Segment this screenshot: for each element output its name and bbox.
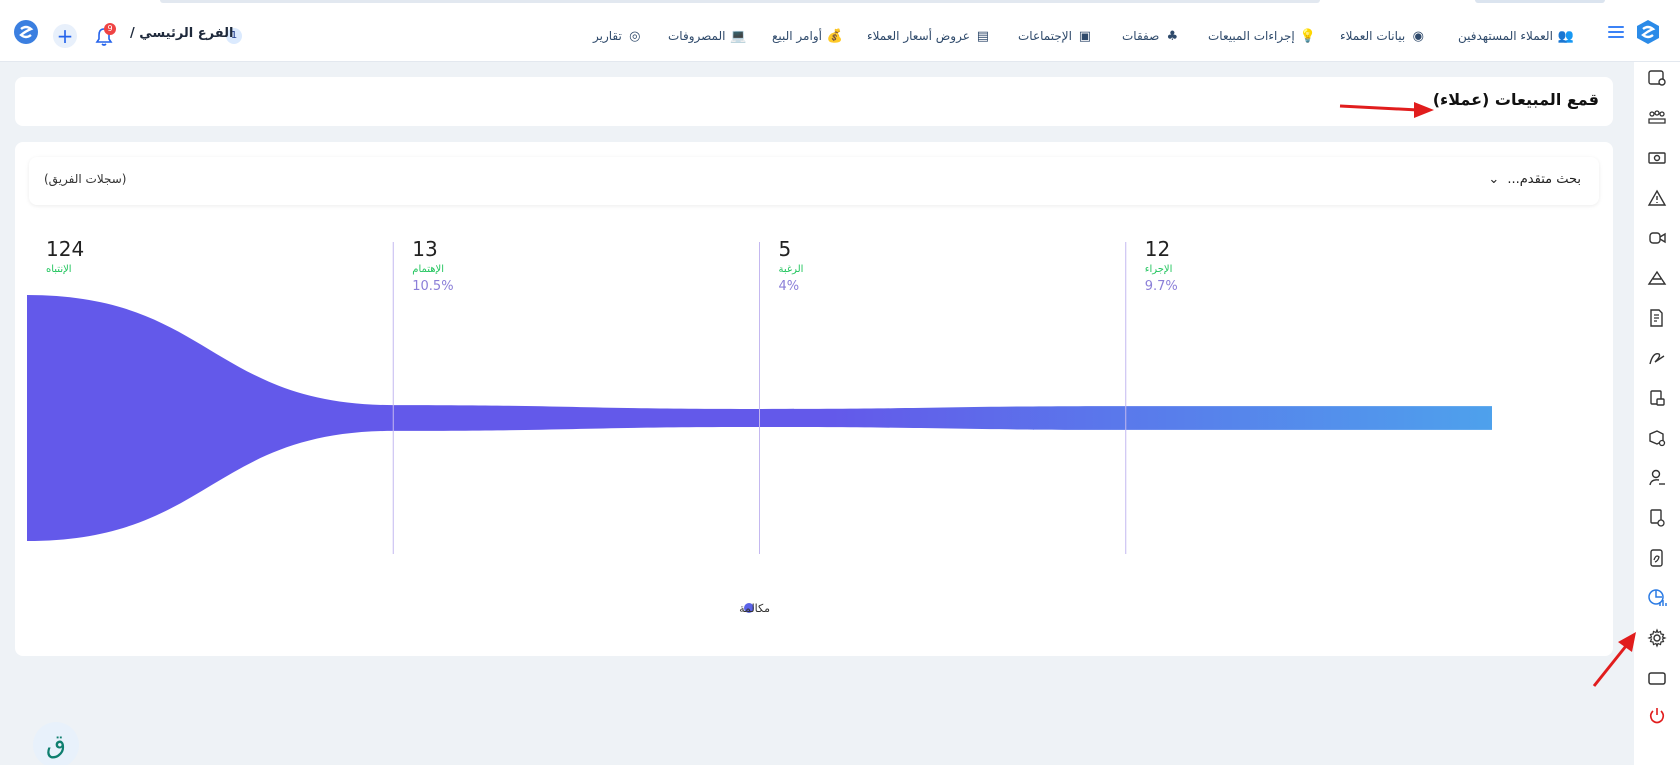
stage-value: 12 xyxy=(1145,237,1170,261)
stage-label: الإهتمام xyxy=(412,264,444,275)
brand-glyph-icon: ﻕ xyxy=(45,730,67,760)
stage-label: الإجراء xyxy=(1145,264,1173,275)
folder-settings-icon[interactable] xyxy=(1647,68,1667,88)
report-ring-icon: ◎ xyxy=(629,28,641,44)
nav-label: بيانات العملاء xyxy=(1340,29,1406,43)
user-settings-icon[interactable] xyxy=(1647,468,1667,488)
nav-reports[interactable]: ◎ تقارير xyxy=(593,27,643,45)
sales-funnel-chart: 124 الإنتباه 13 الإهتمام 10.5% 5 الرغبة 4% 12 الإ… xyxy=(27,237,1492,615)
stage-value: 124 xyxy=(46,237,84,261)
contract-icon[interactable] xyxy=(1647,548,1667,568)
nav-sales-orders[interactable]: 💰 أوامر البيع xyxy=(772,27,843,45)
annotation-arrow-title xyxy=(1339,102,1434,118)
nav-label: صفقات xyxy=(1122,29,1160,43)
nav-customer-quotes[interactable]: ▤ عروض أسعار العملاء xyxy=(867,27,991,45)
stage-percent: 9.7% xyxy=(1145,279,1178,294)
nav-label: تقارير xyxy=(593,29,622,43)
laptop-icon: 💻 xyxy=(730,28,747,44)
app-logo-icon[interactable] xyxy=(1634,18,1662,46)
nav-label: إجراءات المبيعات xyxy=(1208,29,1295,43)
window-icon[interactable] xyxy=(1647,668,1667,688)
top-navigation-bar: 👥 العملاء المستهدفين ◉ بيانات العملاء 💡 … xyxy=(0,0,1680,62)
camera-icon[interactable] xyxy=(1647,228,1667,248)
stage-percent: 4% xyxy=(779,279,800,294)
deals-icon: ♣ xyxy=(1166,28,1179,44)
stage-value: 5 xyxy=(779,237,792,261)
nav-label: المصروفات xyxy=(668,29,726,43)
bulb-icon: 💡 xyxy=(1299,28,1316,44)
stage-value: 13 xyxy=(412,237,437,261)
power-icon[interactable] xyxy=(1647,706,1667,726)
stage-percent: 10.5% xyxy=(412,279,453,294)
nav-label: الإجتماعات xyxy=(1018,29,1072,43)
customer-data-icon: ◉ xyxy=(1412,28,1424,44)
mountain-icon[interactable] xyxy=(1647,268,1667,288)
funnel-card: بحث متقدم... ⌄ (سجلات الفريق) 124 الإنتبا… xyxy=(15,142,1613,656)
document-add-icon[interactable] xyxy=(1647,508,1667,528)
nav-label: العملاء المستهدفين xyxy=(1458,29,1553,43)
team-icon[interactable] xyxy=(1647,108,1667,128)
company-logo-icon[interactable] xyxy=(12,18,40,46)
nav-label: عروض أسعار العملاء xyxy=(867,29,970,43)
signature-icon[interactable] xyxy=(1647,348,1667,368)
legend-label: مكالمة xyxy=(739,602,770,615)
quote-document-icon: ▤ xyxy=(976,28,990,44)
right-icon-sidebar xyxy=(1634,62,1680,765)
money-icon[interactable] xyxy=(1647,148,1667,168)
top-user-strip xyxy=(1475,0,1605,3)
nav-meetings[interactable]: ▣ الإجتماعات xyxy=(1018,27,1093,45)
stage-label: الرغبة xyxy=(779,264,804,275)
gear-icon[interactable] xyxy=(1647,628,1667,648)
receipt-icon[interactable] xyxy=(1647,388,1667,408)
money-bag-icon: 💰 xyxy=(826,28,844,44)
nav-expenses[interactable]: 💻 المصروفات xyxy=(668,27,747,45)
page-title: قمع المبيعات (عملاء) xyxy=(1432,90,1599,109)
nav-target-customers[interactable]: 👥 العملاء المستهدفين xyxy=(1458,27,1574,45)
target-customers-icon: 👥 xyxy=(1557,28,1575,44)
nav-sales-actions[interactable]: 💡 إجراءات المبيعات xyxy=(1208,27,1316,45)
warning-icon[interactable] xyxy=(1647,188,1667,208)
stage-label: الإنتباه xyxy=(46,264,72,275)
help-chat-button[interactable]: ﻕ xyxy=(33,722,79,765)
menu-toggle-icon[interactable] xyxy=(1608,26,1624,38)
nav-deals[interactable]: ♣ صفقات xyxy=(1122,27,1180,45)
nav-customer-data[interactable]: ◉ بيانات العملاء xyxy=(1340,27,1426,45)
annotation-arrow-sidebar xyxy=(1592,632,1636,687)
notifications-count-badge: 9 xyxy=(104,23,116,35)
branch-selector[interactable]: الفرع الرئيسي / xyxy=(130,26,233,41)
box-settings-icon[interactable] xyxy=(1647,428,1667,448)
invoice-icon[interactable] xyxy=(1647,308,1667,328)
funnel-report-icon[interactable] xyxy=(1647,588,1667,608)
add-new-button[interactable]: + xyxy=(53,24,77,48)
top-search-strip xyxy=(160,0,1320,3)
plus-icon: + xyxy=(56,24,74,48)
nav-label: أوامر البيع xyxy=(772,29,822,43)
meeting-board-icon: ▣ xyxy=(1078,28,1092,44)
